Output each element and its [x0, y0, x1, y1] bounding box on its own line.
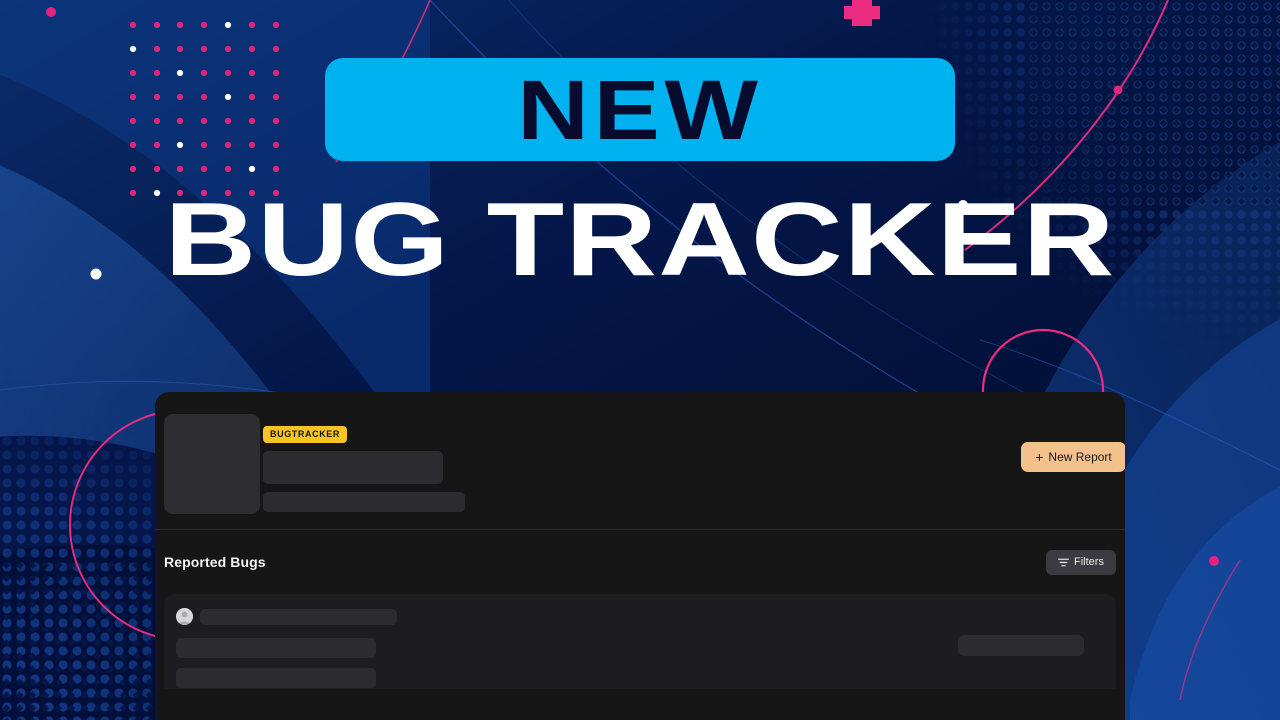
funnel-icon — [1058, 558, 1070, 566]
app-card: BUGTRACKER + New Report Reported Bugs Fi… — [155, 392, 1125, 720]
table-row[interactable] — [164, 594, 1116, 689]
new-report-button-label: New Report — [1048, 450, 1112, 464]
bug-title-skeleton — [200, 608, 397, 625]
new-badge-label: NEW — [517, 62, 763, 157]
bug-list-title: Reported Bugs — [164, 554, 266, 570]
new-badge: NEW — [325, 58, 955, 161]
app-subtitle-skeleton — [263, 492, 465, 512]
app-logo-placeholder — [164, 414, 260, 514]
filters-button[interactable]: Filters — [1046, 549, 1116, 575]
brand-badge: BUGTRACKER — [263, 426, 347, 443]
bug-list-header: Reported Bugs Filters — [164, 530, 1116, 594]
bug-list-section: Reported Bugs Filters — [155, 530, 1125, 689]
plus-icon: + — [1035, 449, 1044, 465]
bug-line2-skeleton — [176, 668, 376, 688]
app-meta: BUGTRACKER — [263, 424, 465, 512]
card-header: BUGTRACKER + New Report — [155, 392, 1125, 530]
bug-status-skeleton — [958, 635, 1084, 656]
filters-button-label: Filters — [1074, 556, 1104, 568]
user-avatar-icon — [176, 608, 193, 625]
bug-row-top — [176, 608, 1104, 625]
app-title-skeleton — [263, 451, 443, 484]
page-title: BUG TRACKER — [164, 182, 1116, 298]
new-report-button[interactable]: + New Report — [1021, 442, 1125, 472]
bug-line1-skeleton — [176, 638, 376, 658]
